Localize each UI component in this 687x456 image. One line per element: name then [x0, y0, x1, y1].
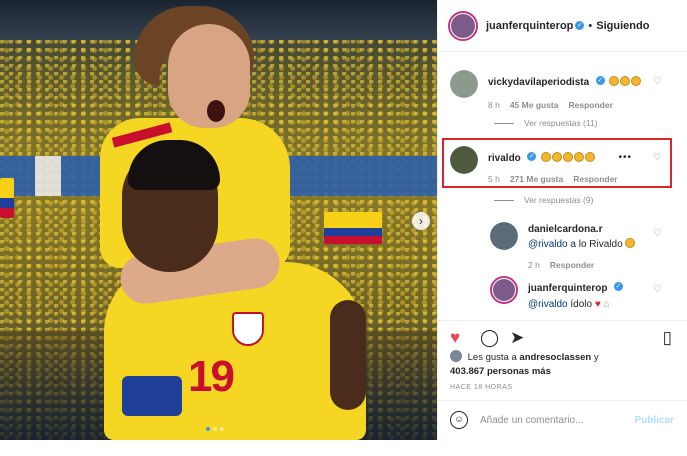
avatar[interactable] — [490, 276, 518, 304]
player-shorts — [122, 376, 182, 416]
follow-button[interactable]: Siguiendo — [596, 20, 649, 32]
heart-icon[interactable]: ♡ — [653, 76, 662, 87]
highlight-box — [442, 138, 672, 188]
post-photo[interactable]: 19 › — [0, 0, 437, 440]
heart-icon[interactable]: ♥ — [450, 329, 460, 347]
verified-icon: ✓ — [613, 282, 623, 292]
jersey-number: 19 — [188, 352, 235, 401]
comment-username[interactable]: danielcardona.r — [528, 224, 658, 235]
post-header: juanferquinterop ✓ • Siguiendo — [438, 0, 687, 52]
post-side-panel: juanferquinterop ✓ • Siguiendo vickydavi… — [437, 0, 687, 456]
bookmark-icon[interactable]: ▯ — [663, 329, 672, 347]
team-crest — [232, 312, 264, 346]
avatar[interactable] — [490, 222, 518, 250]
comment-time[interactable]: 2 h — [528, 260, 540, 270]
comment-username[interactable]: juanferquinterop — [528, 283, 607, 294]
liker-username[interactable]: andresoclassen — [519, 352, 591, 363]
colombia-flag — [0, 178, 14, 218]
author-username[interactable]: juanferquinterop — [486, 20, 573, 32]
view-replies-label: Ver respuestas (9) — [524, 195, 594, 205]
comment-text: a lo Rivaldo — [567, 239, 623, 250]
clapping-emoji — [609, 72, 642, 89]
mention-link[interactable]: @rivaldo — [528, 299, 568, 310]
comment-input[interactable]: Añade un comentario... — [480, 415, 583, 426]
comment-time[interactable]: 8 h — [488, 100, 500, 110]
carousel-dots — [206, 427, 224, 431]
verified-icon: ✓ — [595, 76, 605, 86]
view-replies[interactable]: Ver respuestas (11) — [494, 118, 598, 128]
emoji-icon[interactable]: ☺ — [450, 411, 468, 429]
separator: • — [588, 19, 593, 32]
comment-likes[interactable]: 45 Me gusta — [510, 100, 559, 110]
mention-link[interactable]: @rivaldo — [528, 239, 568, 250]
share-icon[interactable]: ➤ — [510, 329, 524, 347]
praying-emoji: ⌂ — [603, 299, 610, 310]
likes-count[interactable]: 403.867 personas más — [450, 366, 551, 377]
likes-summary: Les gusta a andresoclassen y 403.867 per… — [450, 350, 599, 377]
comment-composer: ☺ Añade un comentario... Publicar — [438, 400, 687, 440]
reply-button[interactable]: Responder — [550, 260, 594, 270]
post-timestamp[interactable]: HACE 18 HORAS — [450, 384, 513, 391]
comment-text: ídolo — [567, 299, 593, 310]
likes-prefix: Les gusta a — [467, 352, 517, 363]
view-replies[interactable]: Ver respuestas (9) — [494, 195, 593, 205]
praying-emoji — [625, 238, 636, 250]
post-button[interactable]: Publicar — [635, 415, 674, 426]
avatar — [450, 350, 462, 362]
heart-emoji: ♥ — [594, 299, 601, 310]
player-arm — [330, 300, 366, 410]
avatar[interactable] — [450, 70, 478, 98]
avatar[interactable] — [448, 10, 478, 41]
colombia-flag — [324, 212, 382, 244]
heart-icon[interactable]: ♡ — [653, 284, 662, 295]
likes-connector: y — [593, 352, 599, 363]
reply-button[interactable]: Responder — [568, 100, 612, 110]
player-mouth — [207, 100, 225, 122]
bottom-strip — [0, 440, 687, 456]
comment-username[interactable]: vickydavilaperiodista — [488, 77, 589, 88]
next-arrow-icon[interactable]: › — [412, 212, 430, 230]
verified-icon: ✓ — [575, 21, 585, 30]
view-replies-label: Ver respuestas (11) — [524, 118, 598, 128]
heart-icon[interactable]: ♡ — [653, 228, 662, 239]
comment-icon[interactable]: ◯ — [480, 329, 499, 347]
